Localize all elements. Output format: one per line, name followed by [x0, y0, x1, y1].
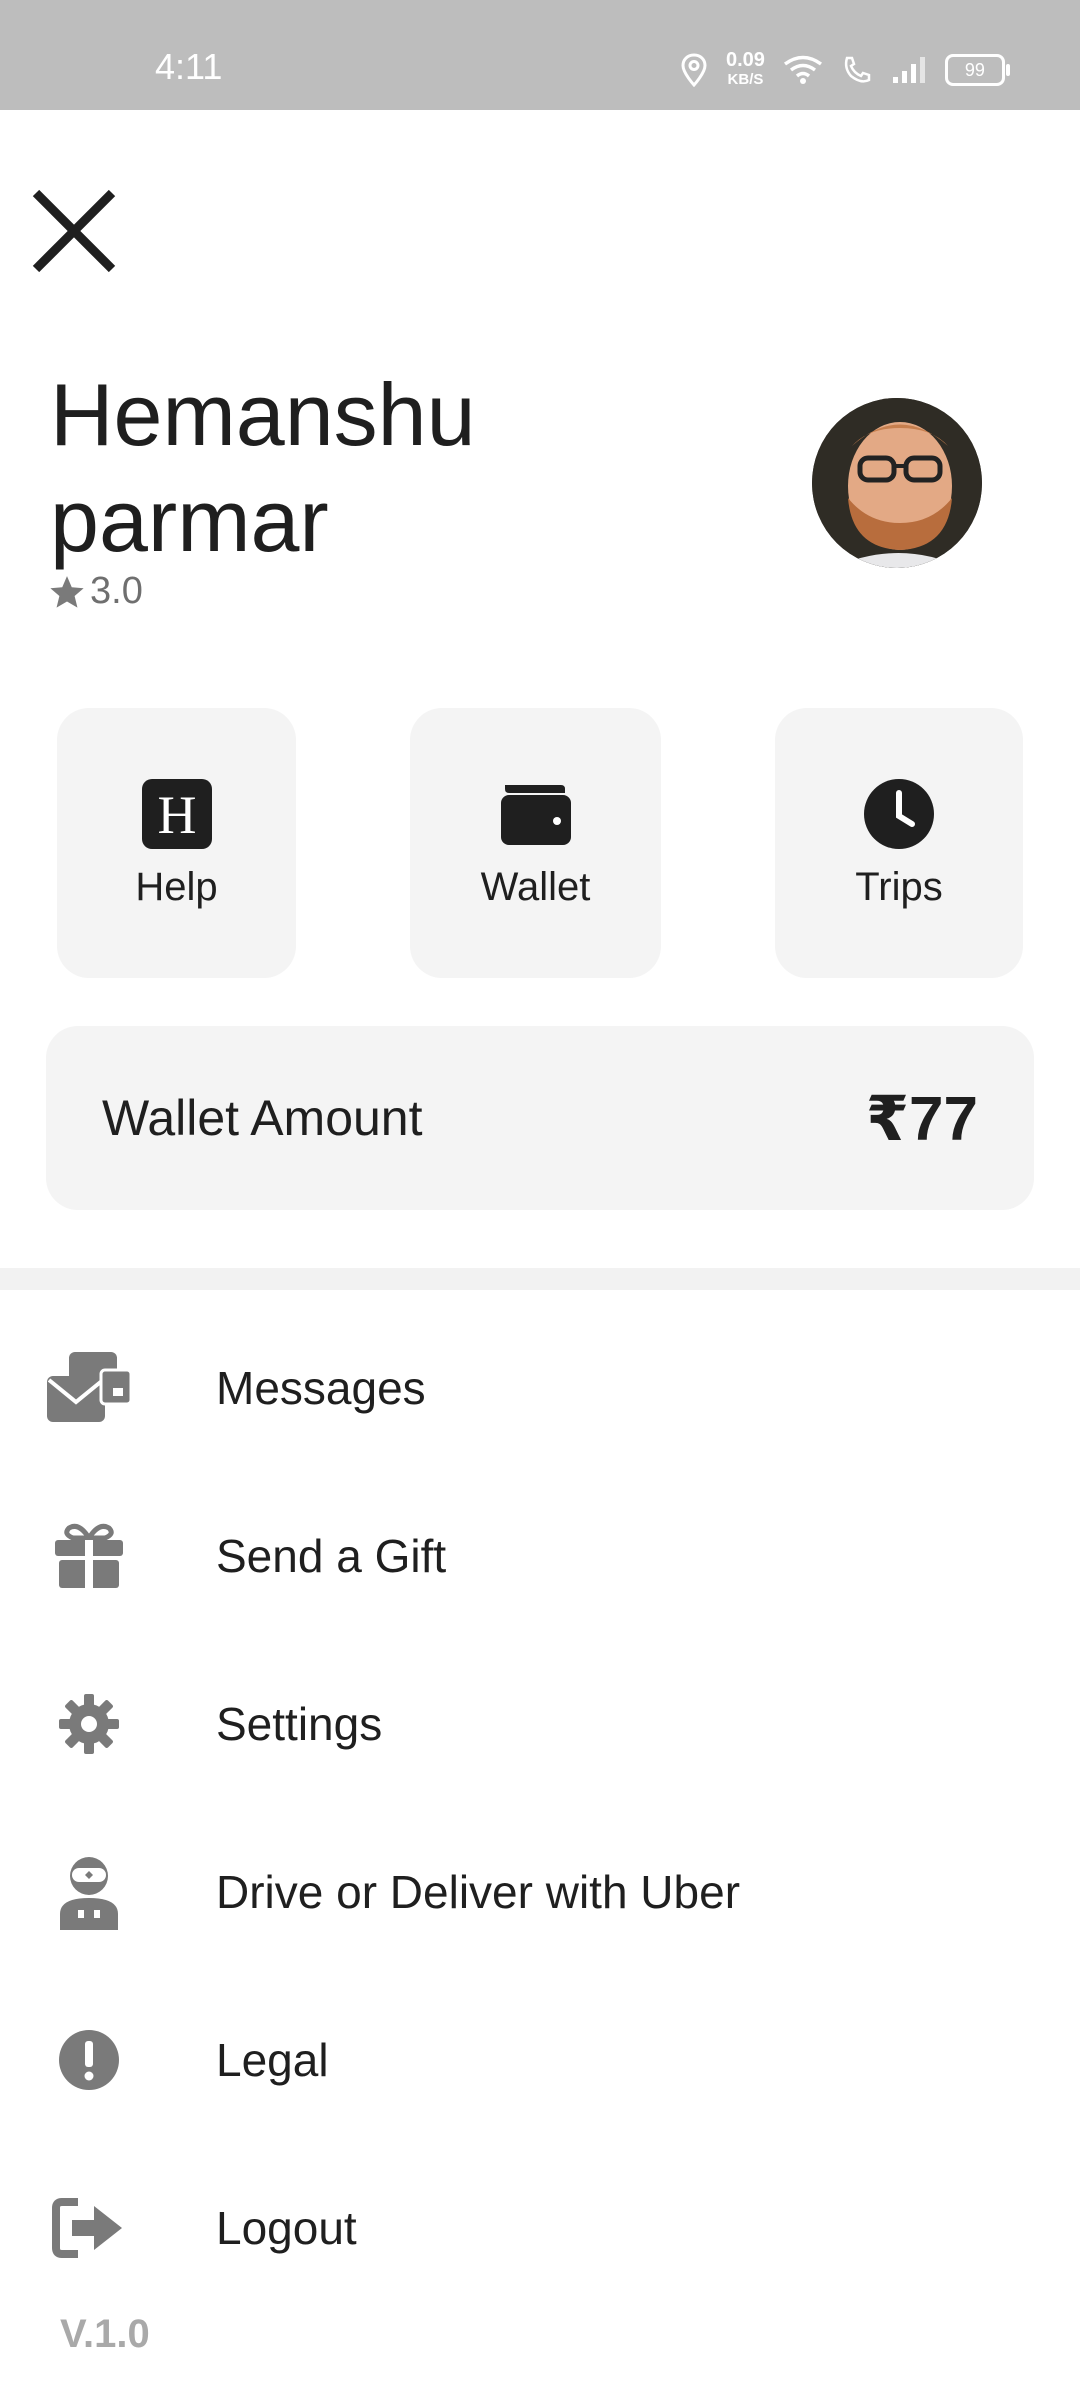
user-name: Hemanshu parmar	[50, 365, 476, 570]
wallet-button[interactable]: Wallet	[410, 708, 661, 978]
avatar-photo	[812, 398, 982, 568]
status-bar: 4:11 0.09 KB/S 99	[0, 0, 1080, 110]
trips-label: Trips	[855, 864, 943, 909]
avatar[interactable]	[812, 398, 982, 568]
menu-item-settings[interactable]: Settings	[0, 1664, 1080, 1784]
wifi-icon	[783, 55, 822, 84]
battery-icon: 99	[944, 54, 1010, 86]
wallet-amount-card[interactable]: Wallet Amount ₹77	[46, 1026, 1034, 1210]
status-icons: 0.09 KB/S 99	[680, 46, 1010, 94]
status-time: 4:11	[155, 46, 223, 87]
user-rating: 3.0	[48, 570, 143, 613]
section-divider	[0, 1268, 1080, 1290]
menu-label-messages: Messages	[216, 1362, 426, 1414]
help-label: Help	[135, 864, 218, 909]
menu-item-legal[interactable]: Legal	[0, 2000, 1080, 2120]
menu-item-logout[interactable]: Logout	[0, 2168, 1080, 2288]
logout-icon	[44, 2183, 134, 2273]
alert-icon	[44, 2015, 134, 2105]
clock-icon	[862, 777, 936, 851]
menu-label-logout: Logout	[216, 2202, 357, 2254]
signal-icon	[892, 57, 925, 83]
wallet-icon	[499, 777, 573, 851]
gift-icon	[44, 1511, 134, 1601]
wifi-call-icon	[844, 56, 871, 83]
menu-item-drive-deliver[interactable]: Drive or Deliver with Uber	[0, 1832, 1080, 1952]
help-button[interactable]: H Help	[57, 708, 296, 978]
close-button[interactable]	[28, 185, 120, 277]
menu-item-send-gift[interactable]: Send a Gift	[0, 1496, 1080, 1616]
menu-label-drive-deliver: Drive or Deliver with Uber	[216, 1866, 741, 1918]
trips-button[interactable]: Trips	[775, 708, 1023, 978]
rating-value: 3.0	[90, 570, 143, 612]
gear-icon	[44, 1679, 134, 1769]
driver-icon	[44, 1847, 134, 1937]
menu-item-messages[interactable]: Messages	[0, 1328, 1080, 1448]
wallet-amount-label: Wallet Amount	[102, 1090, 423, 1146]
wallet-label: Wallet	[480, 864, 591, 909]
help-icon: H	[140, 777, 214, 851]
location-icon	[681, 53, 707, 87]
star-icon	[50, 575, 84, 608]
menu-label-settings: Settings	[216, 1698, 383, 1750]
net-speed-unit: KB/S	[727, 71, 764, 88]
app-version: V.1.0	[60, 2312, 150, 2356]
close-icon	[32, 189, 116, 273]
menu-label-legal: Legal	[216, 2034, 329, 2086]
net-speed-value: 0.09	[726, 49, 765, 71]
svg-text:H: H	[157, 785, 196, 845]
net-speed: 0.09 KB/S	[726, 50, 765, 90]
menu-label-send-gift: Send a Gift	[216, 1530, 447, 1582]
messages-icon	[44, 1343, 134, 1433]
wallet-amount-value: ₹77	[865, 1084, 978, 1154]
